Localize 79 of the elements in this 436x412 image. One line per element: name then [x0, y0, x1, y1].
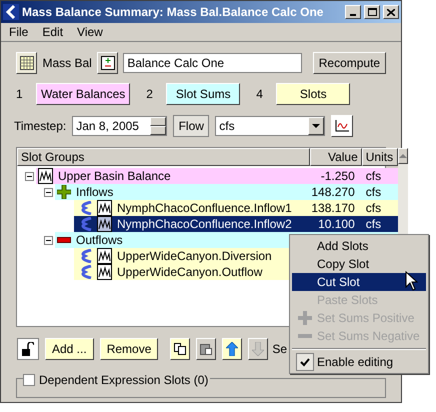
tab[interactable]: Water Balances	[36, 83, 130, 105]
partial-label: Se	[272, 341, 288, 358]
graph-icon	[97, 248, 112, 264]
row-value: 138.170	[310, 200, 355, 217]
graph-icon	[97, 264, 112, 280]
remove-button[interactable]: Remove	[100, 338, 158, 360]
row-label: Upper Basin Balance	[57, 168, 171, 185]
row-units: cfs	[364, 216, 382, 233]
clipboard-icon	[200, 343, 212, 355]
menu-item[interactable]: File	[9, 23, 28, 41]
app-icon	[3, 4, 19, 20]
unlocked-icon	[22, 342, 34, 356]
move-down-button[interactable]	[248, 338, 268, 360]
chart-icon	[335, 120, 350, 132]
plus-icon	[57, 185, 71, 199]
close-button[interactable]	[383, 5, 399, 19]
window-title: Mass Balance Summary: Mass Bal.Balance Calc One	[22, 4, 324, 21]
checkbox[interactable]	[23, 374, 35, 386]
copy-icon	[174, 343, 186, 355]
mouse-cursor-icon	[405, 271, 418, 291]
maximize-button[interactable]	[364, 5, 380, 19]
minus-icon	[298, 334, 312, 338]
row-value: 10.100	[317, 216, 355, 233]
lock-button[interactable]	[17, 338, 39, 360]
collapse-toggle[interactable]	[25, 172, 34, 180]
row-label: NymphChacoConfluence.Inflow1	[116, 200, 292, 217]
row-value: -1.250	[320, 168, 355, 185]
row-units: cfs	[364, 184, 382, 201]
column-header[interactable]: Slot Groups	[17, 148, 310, 166]
plus-icon	[298, 311, 312, 325]
checkbox-label: Dependent Expression Slots (0)	[39, 372, 208, 389]
graph-icon	[97, 200, 112, 216]
tree-row[interactable]: NymphChacoConfluence.Inflow1 138.170 cfs	[74, 200, 398, 216]
add-button[interactable]: Add ...	[45, 338, 94, 360]
timestep-label: Timestep:	[14, 118, 66, 135]
move-up-button[interactable]	[222, 338, 242, 360]
menu-item[interactable]: Enable editing	[292, 353, 426, 371]
units-select[interactable]: cfs	[215, 116, 326, 136]
tree-row[interactable]: NymphChacoConfluence.Inflow2 10.100 cfs	[74, 216, 398, 232]
tree-row[interactable]: Inflows 148.270 cfs	[55, 184, 398, 200]
plot-button[interactable]	[331, 115, 354, 137]
menu-item[interactable]: Cut Slot	[292, 273, 426, 291]
mass-bal-label: Mass Bal	[42, 55, 92, 72]
collapse-toggle[interactable]	[44, 188, 53, 196]
row-label: Outflows	[75, 232, 123, 249]
tab[interactable]: Slot Sums	[166, 83, 240, 105]
tab-count: 2	[146, 86, 154, 103]
row-label: UpperWideCanyon.Diversion	[116, 248, 272, 265]
grid-icon	[20, 56, 34, 70]
recompute-button[interactable]: Recompute	[312, 52, 386, 74]
plus-minus-icon	[100, 56, 115, 70]
minus-icon	[57, 237, 71, 243]
row-label: Inflows	[75, 184, 114, 201]
up-arrow-icon	[226, 342, 238, 356]
flow-button[interactable]: Flow	[173, 115, 210, 137]
expression-button[interactable]	[96, 52, 118, 74]
menu-item[interactable]: Edit	[42, 23, 64, 41]
row-label: NymphChacoConfluence.Inflow2	[116, 216, 292, 233]
tab-count: 1	[16, 86, 24, 103]
table-button[interactable]	[16, 52, 38, 74]
minimize-button[interactable]	[345, 5, 361, 19]
menu-item[interactable]: View	[77, 23, 103, 41]
collapse-toggle[interactable]	[44, 236, 53, 244]
close-icon	[387, 8, 395, 16]
copy-button[interactable]	[170, 338, 190, 360]
row-value: 148.270	[310, 184, 355, 201]
tab[interactable]: Slots	[276, 83, 350, 105]
row-label: UpperWideCanyon.Outflow	[116, 264, 262, 281]
row-units: cfs	[364, 168, 382, 185]
date-spinner[interactable]: Jan 8, 2005	[72, 116, 168, 136]
graph-icon	[38, 168, 53, 184]
column-header[interactable]: Units	[362, 148, 398, 166]
graph-icon	[97, 216, 112, 232]
tree-row[interactable]: Upper Basin Balance -1.250 cfs	[36, 168, 398, 184]
column-header[interactable]: Value	[310, 148, 362, 166]
row-units: cfs	[364, 200, 382, 217]
paste-button[interactable]	[196, 338, 216, 360]
down-arrow-icon	[252, 342, 264, 356]
tab-count: 4	[256, 86, 264, 103]
